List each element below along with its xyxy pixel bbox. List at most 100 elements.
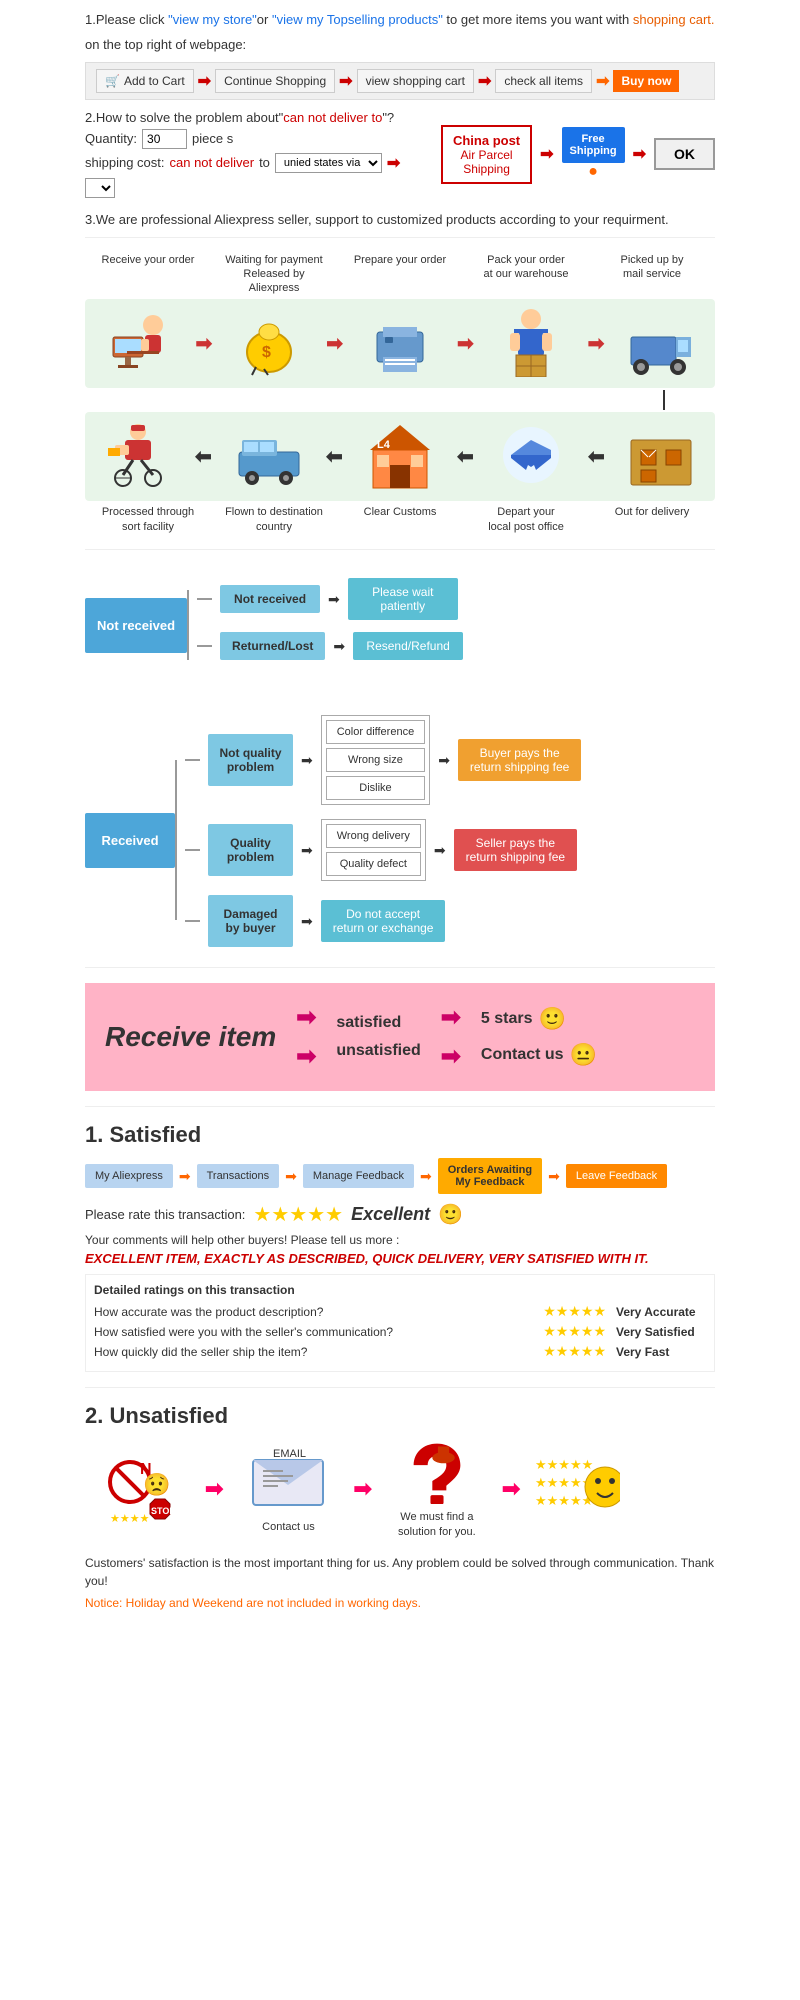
cannot-deliver-label: can not deliver [170,155,255,170]
svg-text:EMAIL: EMAIL [273,1448,306,1460]
unsatisfied-label: unsatisfied [336,1042,420,1060]
unsat-box2: EMAIL Contact us [233,1439,343,1539]
dislike-box: Dislike [326,776,425,800]
qty-input[interactable] [142,129,187,149]
proc-arrow-6: ➡ [326,444,343,469]
unsat-box1: 😟 N STOP ★★★★ [85,1439,195,1539]
r-arrow1: ➡ [301,752,313,769]
color-diff-box: Color difference [326,720,425,744]
svg-text:★★★★: ★★★★ [110,1513,150,1524]
arrow2: ➡ [339,71,352,91]
rating-result-2: Very Fast [616,1345,706,1359]
svg-text:$: $ [262,344,271,361]
view-cart-step[interactable]: view shopping cart [357,69,474,93]
buy-now-step[interactable]: Buy now [613,70,679,92]
fb-step-1: Transactions [197,1164,280,1188]
rating-row-0: How accurate was the product description… [94,1303,706,1320]
free-shipping-box: FreeShipping [562,127,625,163]
flowchart-section: Not received Not received ➡ Please wait … [85,560,715,957]
solution-text: We must find a solution for you. [382,1510,492,1539]
divider3 [85,967,715,968]
cart-steps-bar: 🛒 Add to Cart ➡ Continue Shopping ➡ view… [85,62,715,100]
free-shipping-dot: ● [588,163,598,181]
quality-defect-box: Quality defect [326,852,421,876]
divider2 [85,549,715,550]
received-main-box: Received [85,813,175,868]
proc-arrow-4: ➡ [588,444,605,469]
not-quality-box: Not quality problem [208,734,293,786]
satisfied-label: satisfied [336,1014,420,1032]
shipping-country-select[interactable]: unied states via [275,153,382,173]
proc-icon-6 [481,420,581,493]
proc-bot-label-1: Depart your local post office [471,505,581,534]
shipping-arrow1: ➡ [387,153,400,173]
rating-row-1: How satisfied were you with the seller's… [94,1323,706,1340]
comments-text: Your comments will help other buyers! Pl… [85,1233,715,1247]
fb-step-4: Leave Feedback [566,1164,667,1188]
proc-icon-8 [219,420,319,493]
view-store-link[interactable]: "view my store" [168,12,257,27]
section2-title: 2.How to solve the problem about"can not… [85,110,715,125]
proc-bot-label-4: Processed through sort facility [93,505,203,534]
right-arrow1: ➡ [540,144,553,164]
detailed-ratings: Detailed ratings on this transaction How… [85,1274,715,1372]
china-post-subtitle: Air Parcel [453,148,520,162]
proc-icon-0 [88,307,188,380]
contact-us-label: Contact us [481,1046,564,1064]
svg-text:★★★★★: ★★★★★ [535,1493,593,1508]
proc-icon-5 [611,420,711,493]
rating-row-2: How quickly did the seller ship the item… [94,1343,706,1360]
not-received-main-box: Not received [85,598,187,653]
unsat-box3: We must find a solution for you. [382,1439,492,1539]
excellent-emoji: 🙂 [438,1202,463,1227]
proc-label-2: Prepare your order [345,253,455,296]
china-post-subtitle2: Shipping [453,162,520,176]
rating-stars-1: ★★★★★ [543,1323,606,1340]
shipping-to: to [259,155,270,170]
unsat-arrow3: ➡ [502,1476,520,1502]
fb-arrow3: ➡ [548,1168,560,1185]
section3: 3.We are professional Aliexpress seller,… [85,212,715,227]
add-to-cart-step[interactable]: 🛒 Add to Cart [96,69,194,93]
proc-label-4: Picked up by mail service [597,253,707,296]
unsatisfied-section: 2. Unsatisfied 😟 N STOP ★★★★ ➡ [85,1403,715,1539]
section1-text: 1.Please click "view my store"or "view m… [85,10,715,31]
satisfied-title: 1. Satisfied [85,1122,715,1148]
section2: 2.How to solve the problem about"can not… [85,110,715,202]
nr-result2: Resend/Refund [353,632,463,660]
detailed-title: Detailed ratings on this transaction [94,1283,706,1297]
nr-arrow1: ➡ [328,591,340,608]
proc-label-1: Waiting for payment Released by Aliexpre… [219,253,329,296]
unsat-arrow1: ➡ [205,1476,223,1502]
damaged-box: Damaged by buyer [208,895,293,947]
unsat-box4: ★★★★★ ★★★★★ ★★★★★ [530,1439,640,1539]
check-all-step[interactable]: check all items [495,69,592,93]
received-branch1-row: Not quality problem ➡ Color difference W… [185,715,581,805]
cart-icon: 🛒 [105,74,120,88]
fb-arrow0: ➡ [179,1168,191,1185]
proc-icon-1: $ [219,307,319,380]
divider4 [85,1106,715,1107]
divider5 [85,1387,715,1388]
proc-arrow-3: ➡ [588,331,605,356]
ok-button[interactable]: OK [654,138,715,170]
pink-arrow2: ➡ [296,1042,316,1071]
wrong-delivery-box: Wrong delivery [326,824,421,848]
five-stars-label: 5 stars [481,1010,533,1028]
pink-arrow1: ➡ [296,1003,316,1032]
fb-arrow1: ➡ [285,1168,297,1185]
section2-inner: Quantity: piece s shipping cost:can not … [85,125,715,202]
rating-label-2: How quickly did the seller ship the item… [94,1345,533,1359]
continue-shopping-step[interactable]: Continue Shopping [215,69,335,93]
arrow1: ➡ [198,71,211,91]
proc-arrow-5: ➡ [457,444,474,469]
shipping-method-select[interactable] [85,178,115,198]
rate-row: Please rate this transaction: ★★★★★ Exce… [85,1202,715,1227]
no-return-box: Do not accept return or exchange [321,900,446,942]
svg-text:★★★★★: ★★★★★ [535,1457,593,1472]
feedback-steps: My Aliexpress ➡ Transactions ➡ Manage Fe… [85,1158,715,1194]
nr-result1: Please wait patiently [348,578,458,620]
rating-result-1: Very Satisfied [616,1325,706,1339]
happy-emoji1: 🙂 [539,1006,566,1032]
view-topselling-link[interactable]: "view my Topselling products" [272,12,443,27]
